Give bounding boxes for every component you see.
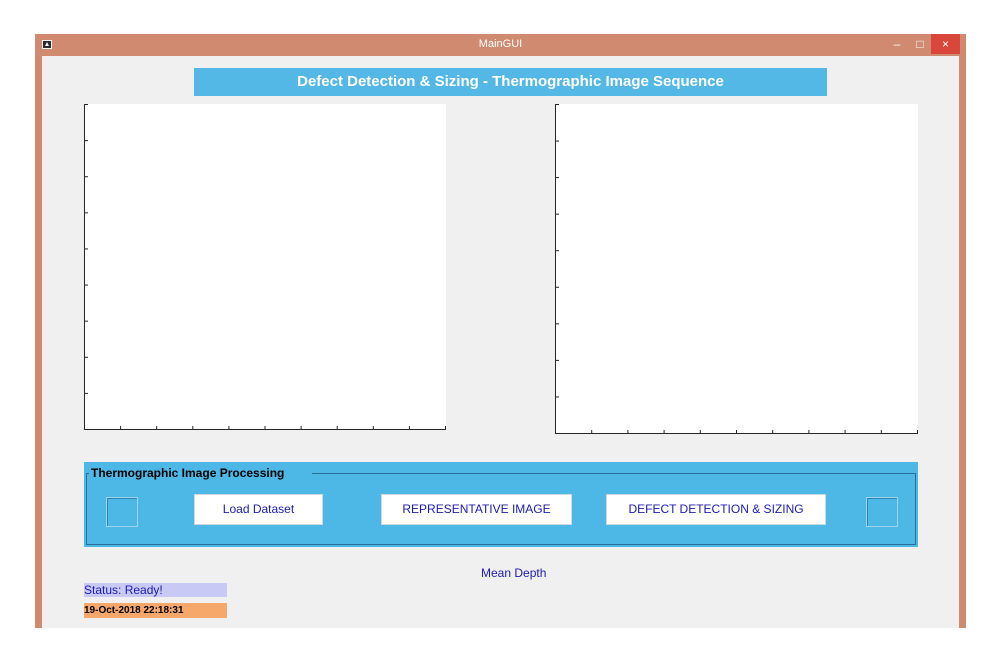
- status-label: Status: Ready!: [84, 583, 227, 597]
- panel-title: Thermographic Image Processing: [89, 466, 287, 480]
- left-axes[interactable]: [84, 104, 446, 430]
- minimize-icon[interactable]: –: [886, 34, 908, 54]
- processing-panel: Thermographic Image Processing Load Data…: [84, 462, 918, 547]
- load-dataset-button[interactable]: Load Dataset: [194, 494, 323, 525]
- datetime-label: 19-Oct-2018 22:18:31: [84, 603, 227, 618]
- right-axes[interactable]: [555, 104, 918, 434]
- panel-border-top-right: [312, 473, 916, 474]
- window-title: MainGUI: [478, 38, 523, 50]
- left-axes-plot: [84, 104, 446, 430]
- close-icon[interactable]: ×: [931, 34, 960, 54]
- main-window: MainGUI – □ × Defect Detection & Sizing …: [35, 34, 966, 628]
- right-indicator-box: [866, 497, 898, 527]
- client-area: Defect Detection & Sizing - Thermographi…: [42, 56, 959, 628]
- right-axes-plot: [555, 104, 918, 434]
- defect-detection-sizing-button[interactable]: DEFECT DETECTION & SIZING: [606, 494, 826, 525]
- app-banner-title: Defect Detection & Sizing - Thermographi…: [194, 68, 827, 96]
- left-indicator-box: [106, 497, 138, 527]
- left-axes-background: [84, 104, 446, 430]
- title-bar[interactable]: MainGUI – □ ×: [35, 34, 966, 56]
- maximize-icon[interactable]: □: [909, 34, 931, 54]
- representative-image-button[interactable]: REPRESENTATIVE IMAGE: [381, 494, 572, 525]
- mean-depth-label: Mean Depth: [481, 566, 547, 580]
- right-axes-background: [555, 104, 918, 434]
